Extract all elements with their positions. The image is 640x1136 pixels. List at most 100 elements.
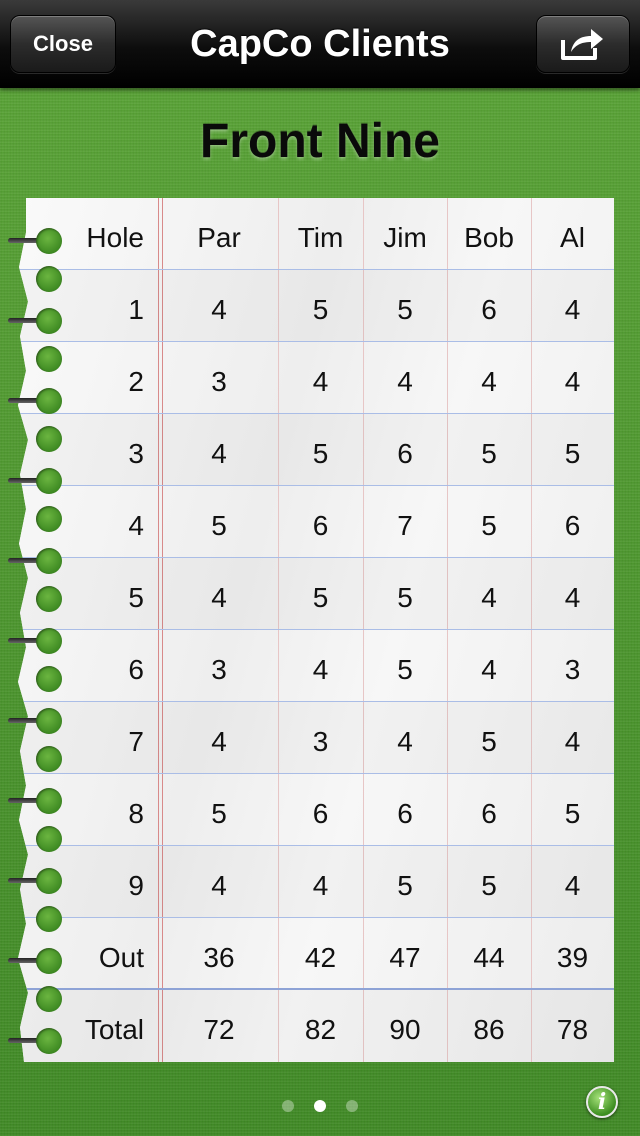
cell-tim: 6 (312, 510, 329, 541)
cell-al: 5 (564, 438, 581, 469)
cell-par: 72 (203, 1014, 235, 1045)
header-bob: Bob (464, 222, 514, 253)
cell-al: 4 (564, 582, 581, 613)
binding-ring (36, 468, 62, 494)
cell-al: 78 (556, 1014, 589, 1045)
cell-bob: 4 (481, 582, 497, 613)
cell-al: 4 (564, 726, 581, 757)
table-row: 5 4 5 5 4 4 (18, 558, 614, 630)
table-row: Out 36 42 47 44 39 (18, 918, 614, 990)
header-tim: Tim (297, 222, 344, 253)
cell-al: 5 (564, 798, 581, 829)
cell-bob: 5 (481, 510, 497, 541)
table-row: Total 72 82 90 86 78 (18, 990, 614, 1062)
binding-ring (36, 948, 62, 974)
cell-hole: Total (84, 1014, 144, 1045)
table-row: 7 4 3 4 5 4 (18, 702, 614, 774)
cell-hole: 2 (128, 366, 144, 397)
cell-hole: 1 (128, 294, 144, 325)
binding-ring (36, 826, 62, 852)
close-button-label: Close (33, 31, 93, 56)
table-header-row: Hole Par Tim Jim Bob Al (18, 198, 614, 270)
cell-bob: 5 (481, 726, 497, 757)
page-dot-2[interactable] (314, 1100, 326, 1112)
cell-tim: 82 (304, 1014, 337, 1045)
cell-jim: 90 (389, 1014, 421, 1045)
binding-ring (36, 986, 62, 1012)
page-title: Front Nine (200, 115, 440, 168)
header-hole: Hole (86, 222, 144, 253)
cell-tim: 5 (312, 438, 329, 469)
cell-jim: 5 (397, 870, 413, 901)
cell-par: 5 (211, 510, 227, 541)
cell-par: 3 (211, 366, 227, 397)
nav-title: CapCo Clients (190, 23, 450, 65)
table-row: 9 4 4 5 5 4 (18, 846, 614, 918)
cell-jim: 4 (397, 726, 413, 757)
binding-ring (36, 586, 62, 612)
binding-ring (36, 708, 62, 734)
binding-ring (36, 628, 62, 654)
cell-jim: 5 (397, 654, 413, 685)
cell-jim: 6 (397, 438, 413, 469)
cell-par: 3 (211, 654, 227, 685)
cell-jim: 7 (397, 510, 413, 541)
binding-ring (36, 266, 62, 292)
cell-al: 4 (564, 870, 581, 901)
cell-hole: 4 (128, 510, 144, 541)
cell-par: 36 (203, 942, 235, 973)
cell-bob: 5 (481, 438, 497, 469)
binding-ring (36, 228, 62, 254)
binding-ring (36, 746, 62, 772)
share-button[interactable] (536, 15, 630, 73)
cell-bob: 4 (481, 654, 497, 685)
scorecard-sheet: Hole Par Tim Jim Bob Al 1 4 5 5 6 4 2 3 4 4 4 4 3 4 5 6 5 5 4 5 6 7… (18, 198, 614, 1062)
cell-bob: 5 (481, 870, 497, 901)
cell-hole: 9 (128, 870, 144, 901)
cell-al: 4 (564, 294, 581, 325)
table-row: 8 5 6 6 6 5 (18, 774, 614, 846)
cell-bob: 6 (481, 294, 497, 325)
header-al: Al (560, 222, 585, 253)
cell-jim: 47 (389, 942, 421, 973)
cell-tim: 6 (312, 798, 329, 829)
table-row: 3 4 5 6 5 5 (18, 414, 614, 486)
cell-hole: Out (98, 942, 144, 973)
cell-hole: 3 (128, 438, 144, 469)
info-icon[interactable]: i (586, 1086, 618, 1118)
cell-par: 4 (211, 870, 227, 901)
table-row: 2 3 4 4 4 4 (18, 342, 614, 414)
cell-par: 4 (211, 726, 227, 757)
cell-hole: 7 (128, 726, 144, 757)
binding-ring (36, 426, 62, 452)
table-row: 1 4 5 5 6 4 (18, 270, 614, 342)
binding-ring (36, 506, 62, 532)
binding-ring (36, 388, 62, 414)
share-arrow-icon (561, 29, 603, 60)
table-row: 4 5 6 7 5 6 (18, 486, 614, 558)
cell-par: 4 (211, 582, 227, 613)
cell-par: 4 (211, 438, 227, 469)
binding-ring (36, 868, 62, 894)
cell-hole: 8 (128, 798, 144, 829)
binding-ring (36, 1028, 62, 1054)
cell-hole: 6 (128, 654, 144, 685)
cell-al: 3 (564, 654, 581, 685)
binding-ring (36, 666, 62, 692)
binding-ring (36, 788, 62, 814)
binding-ring (36, 548, 62, 574)
close-button[interactable]: Close (10, 15, 116, 73)
nav-bar: Close CapCo Clients (0, 0, 640, 88)
cell-tim: 5 (312, 582, 329, 613)
cell-tim: 5 (312, 294, 329, 325)
binding-ring (36, 308, 62, 334)
cell-tim: 4 (312, 870, 329, 901)
header-jim: Jim (383, 222, 427, 253)
cell-bob: 4 (481, 366, 497, 397)
table-row: 6 3 4 5 4 3 (18, 630, 614, 702)
cell-bob: 6 (481, 798, 497, 829)
binding-ring (36, 906, 62, 932)
page-dot-3[interactable] (346, 1100, 358, 1112)
page-dot-1[interactable] (282, 1100, 294, 1112)
cell-al: 39 (556, 942, 589, 973)
